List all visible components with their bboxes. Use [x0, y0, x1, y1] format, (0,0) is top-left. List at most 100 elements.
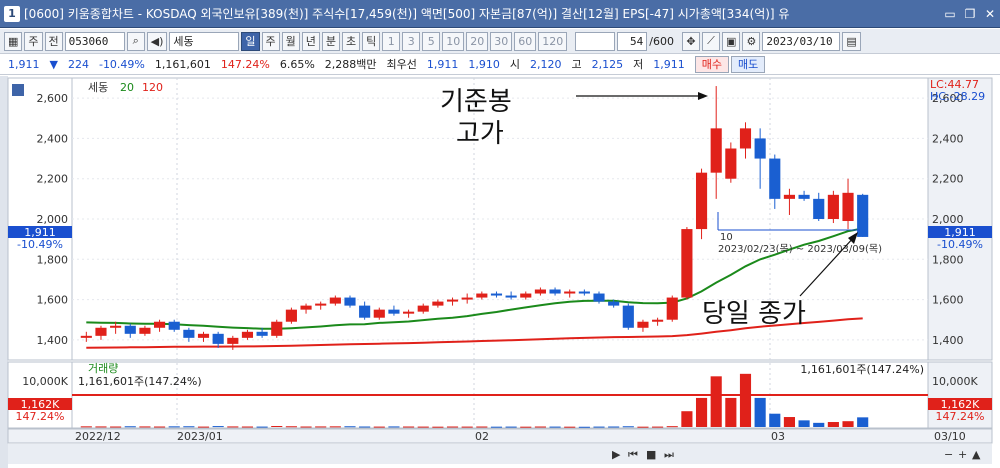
mountain-icon[interactable]: ▲: [972, 448, 981, 461]
price-tick-right: 2,000: [932, 213, 964, 226]
volume-bar: [857, 417, 869, 427]
candle-body: [476, 293, 488, 298]
buy-button[interactable]: 매수: [694, 55, 730, 73]
zoom-out-icon[interactable]: −: [944, 448, 953, 461]
right-volume-pct-tag: 147.24%: [936, 410, 985, 423]
candle-body: [652, 319, 664, 322]
volume-tick-right: 10,000K: [932, 375, 978, 388]
left-gutter: [0, 76, 8, 468]
annotation-high-line1: 기준봉: [440, 87, 512, 117]
count-input[interactable]: 54: [617, 31, 648, 51]
period-minute[interactable]: 분: [321, 31, 341, 51]
chart-area[interactable]: 2,600 2,600 2,400 2,400 2,200 2,200 2,000 2,000…: [0, 76, 1000, 468]
volume-bar: [446, 426, 459, 428]
candle-body: [857, 194, 869, 237]
date-input[interactable]: 2023/03/10: [762, 31, 841, 51]
volume-bar: [725, 397, 737, 427]
price-tick-left: 1,800: [37, 253, 69, 266]
volume-bar: [197, 426, 210, 428]
legend-ma120: 120: [142, 81, 163, 94]
price-change-pct: -10.49%: [98, 57, 145, 71]
chart-legend-icon[interactable]: [12, 84, 24, 96]
volume-tick-left: 10,000K: [22, 375, 68, 388]
search-icon[interactable]: ⌕: [126, 31, 145, 51]
period-tick[interactable]: 틱: [362, 31, 381, 51]
volume-bar: [315, 426, 327, 428]
period-day[interactable]: 일: [241, 31, 260, 51]
volume-bar: [344, 426, 356, 428]
volume-title: 거래량: [88, 362, 118, 375]
settings-icon[interactable]: ⚙: [742, 31, 761, 51]
x-label-right: 03/10: [934, 430, 966, 443]
legend-ma20: 20: [120, 81, 134, 94]
scroll-right-icon[interactable]: ▶: [612, 448, 621, 461]
volume-bar: [124, 426, 136, 428]
candle-body: [432, 301, 444, 306]
interval-3[interactable]: 3: [402, 31, 421, 51]
interval-5[interactable]: 5: [422, 31, 441, 51]
interval-20[interactable]: 20: [466, 31, 489, 51]
period-second[interactable]: 초: [342, 31, 361, 51]
volume-bar: [652, 426, 664, 428]
custom-interval-input[interactable]: [575, 31, 616, 51]
period-week[interactable]: 주: [261, 31, 280, 51]
interval-120[interactable]: 120: [538, 31, 568, 51]
interval-10[interactable]: 10: [442, 31, 465, 51]
scroll-back-icon[interactable]: ⏮: [628, 448, 638, 461]
trend-icon[interactable]: ⟋: [702, 31, 720, 51]
candle-body: [403, 311, 415, 314]
volume-bar: [95, 426, 107, 428]
scroll-bar[interactable]: [8, 444, 992, 464]
period-year[interactable]: 년: [301, 31, 320, 51]
save-icon[interactable]: ▣: [722, 31, 741, 51]
volume-bar: [168, 426, 180, 428]
scroll-forward-icon[interactable]: ⏭: [664, 448, 674, 461]
candle-body: [256, 331, 268, 336]
market-select-2[interactable]: 전: [44, 31, 63, 51]
interval-30[interactable]: 30: [490, 31, 513, 51]
candle-body: [813, 198, 825, 219]
right-pct-tag: -10.49%: [937, 238, 983, 251]
candle-body: [578, 291, 590, 294]
priority-label: 최우선: [386, 58, 417, 71]
candle-body: [710, 128, 722, 173]
candle-body: [139, 327, 151, 334]
volume-bar: [769, 413, 781, 427]
market-select-1[interactable]: 주: [24, 31, 43, 51]
interval-1[interactable]: 1: [382, 31, 401, 51]
left-volume-pct-tag: 147.24%: [16, 410, 65, 423]
tool-icon[interactable]: ✥: [682, 31, 700, 51]
minimize-icon[interactable]: ▭: [940, 4, 960, 24]
candle-body: [110, 325, 122, 328]
stock-name-field: 세동: [169, 31, 240, 51]
period-month[interactable]: 월: [281, 31, 300, 51]
restore-icon[interactable]: ❐: [960, 4, 980, 24]
volume-bar: [637, 426, 649, 428]
bid-1: 1,911: [426, 57, 459, 71]
candle-body: [622, 305, 634, 328]
candle-body: [783, 194, 796, 199]
price-chart-svg[interactable]: 2,600 2,6002,400 2,4002,200 2,2002,000 2,000…: [0, 76, 1000, 468]
sell-button[interactable]: 매도: [731, 55, 766, 73]
volume-bar: [608, 426, 620, 428]
candle-body: [505, 295, 517, 298]
volume-bar: [461, 426, 473, 428]
close-icon[interactable]: ✕: [980, 4, 1000, 24]
candle-body: [373, 309, 385, 318]
stock-code-input[interactable]: 053060: [64, 31, 125, 51]
zoom-in-icon[interactable]: +: [958, 448, 967, 461]
volume-bar: [534, 426, 546, 428]
chart-list-icon[interactable]: ▦: [4, 31, 23, 51]
volume-bar: [359, 426, 371, 428]
candle-body: [827, 194, 839, 219]
candle-body: [798, 194, 810, 199]
calendar-icon[interactable]: ▤: [842, 31, 861, 51]
scroll-stop-icon[interactable]: ■: [646, 448, 656, 461]
interval-60[interactable]: 60: [514, 31, 537, 51]
volume-bar: [476, 426, 488, 428]
volume-bar: [241, 426, 254, 428]
candle-body: [417, 305, 429, 312]
current-price: 1,911: [8, 57, 40, 71]
candle-body: [183, 329, 195, 338]
speaker-icon[interactable]: ◀): [146, 31, 168, 51]
